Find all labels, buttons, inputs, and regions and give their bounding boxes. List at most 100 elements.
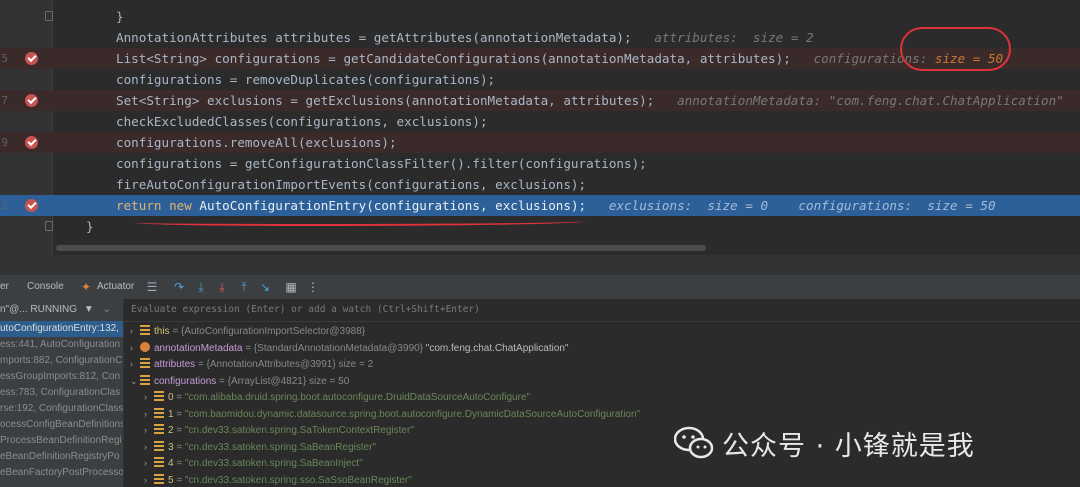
chevron-right-icon[interactable]: › [144,439,154,455]
inline-value-hint: exclusions: size = 0 configurations: siz… [608,198,996,213]
frames-panel: n"@... RUNNING ▼ ⌄ utoConfigurationEntry… [0,299,124,487]
step-out-icon[interactable]: ⤒ [237,280,251,294]
code-editor[interactable]: } AnnotationAttributes attributes = getAt… [0,0,1080,255]
force-step-into-icon[interactable]: ⤓ [215,280,229,294]
variable-row[interactable]: › annotationMetadata = {StandardAnnotatio… [130,340,569,356]
chevron-right-icon[interactable]: › [130,323,140,339]
string-value: "cn.dev33.satoken.spring.SaTokenContextR… [184,425,414,436]
code-line[interactable]: } [0,6,1080,27]
watermark-text: 公众号 · 小锋就是我 [722,431,975,462]
variable-value: = {AnnotationAttributes@3991} size = 2 [197,359,374,370]
breakpoint-icon[interactable] [25,136,38,149]
code-text: fireAutoConfigurationImportEvents(config… [116,174,586,195]
code-text: } [116,6,124,27]
variable-value: = {ArrayList@4821} size = 50 [219,375,350,387]
stack-frame[interactable]: eBeanFactoryPostProcesso [0,465,123,481]
wechat-icon [674,426,714,459]
code-line[interactable]: 7 Set<String> exclusions = getExclusions(… [0,90,1080,111]
variable-row[interactable]: › 4 = "cn.dev33.satoken.spring.SaBeanInje… [144,455,363,471]
variable-row[interactable]: › 3 = "cn.dev33.satoken.spring.SaBeanRegi… [144,439,376,455]
stack-frame[interactable]: rse:192, ConfigurationClassP [0,401,123,417]
code-line[interactable]: 9 configurations.removeAll(exclusions); [0,132,1080,153]
step-over-icon[interactable]: ↷ [172,280,186,294]
chevron-right-icon[interactable]: › [130,356,140,372]
variable-value: = [176,474,183,486]
tab-actuator[interactable]: Actuator [97,275,134,299]
tab-console[interactable]: Console [27,275,64,299]
panel-divider[interactable] [0,255,1080,275]
variable-value: = {AutoConfigurationImportSelector@3988} [172,326,366,337]
code-line[interactable]: checkExcludedClasses(configurations, exc… [0,111,1080,132]
chevron-right-icon[interactable]: › [144,455,154,471]
chevron-right-icon[interactable]: › [144,422,154,438]
chevron-right-icon[interactable]: › [144,389,154,405]
line-number: 5 [1,52,8,65]
code-line[interactable]: configurations = getConfigurationClassFi… [0,153,1080,174]
code-line[interactable]: configurations = removeDuplicates(config… [0,69,1080,90]
menu-icon[interactable]: ☰ [145,280,159,294]
code-text: Set<String> exclusions = getExclusions(a… [116,90,1080,111]
more-icon[interactable]: ⋮ [306,280,320,294]
string-value: "com.baomidou.dynamic.datasource.spring.… [184,408,641,420]
chevron-down-icon[interactable]: ⌄ [130,373,140,389]
variable-row[interactable]: › 5 = "cn.dev33.satoken.spring.sso.SaSsoB… [144,472,412,487]
filter-icon[interactable]: ▼ [84,304,94,315]
field-icon [154,440,164,451]
variable-row[interactable]: › 2 = "cn.dev33.satoken.spring.SaTokenCon… [144,422,414,438]
code-statement: configurations = removeDuplicates(config… [116,72,496,87]
current-execution-line[interactable]: 2 return new AutoConfigurationEntry(confi… [0,195,1080,216]
variable-row[interactable]: › attributes = {AnnotationAttributes@3991… [130,356,373,372]
stack-frame[interactable]: ocessConfigBeanDefinitions:3 [0,417,123,433]
chevron-right-icon[interactable]: › [144,472,154,487]
variable-row[interactable]: › 0 = "com.alibaba.druid.spring.boot.auto… [144,389,530,405]
field-icon [154,407,164,418]
debug-toolbar: er Console ✦ Actuator ☰ ↷ ⤓ ⤓ ⤒ ↘ ▦ ⋮ [0,275,1080,300]
stack-frame[interactable]: utoConfigurationEntry:132, [0,321,123,337]
variable-row[interactable]: ⌄ configurations = {ArrayList@4821} size … [130,373,349,389]
breakpoint-icon[interactable] [25,52,38,65]
fold-icon[interactable] [45,221,53,231]
run-to-cursor-icon[interactable]: ↘ [258,280,272,294]
code-text: List<String> configurations = getCandida… [116,48,1003,69]
string-value: "com.alibaba.druid.spring.boot.autoconfi… [184,392,531,403]
tab-debugger[interactable]: er [0,275,9,299]
horizontal-scrollbar[interactable] [56,245,706,251]
breakpoint-icon[interactable] [25,199,38,212]
code-line[interactable]: fireAutoConfigurationImportEvents(config… [0,174,1080,195]
variable-row[interactable]: › 1 = "com.baomidou.dynamic.datasource.sp… [144,406,640,422]
code-statement: } [116,9,124,24]
code-statement: configurations.removeAll(exclusions); [116,135,397,150]
variable-name: 4 [168,458,174,469]
field-icon [154,457,164,467]
stack-frame[interactable]: eBeanDefinitionRegistryPo [0,449,123,465]
string-value: "cn.dev33.satoken.spring.sso.SaSsoBeanRe… [184,474,412,486]
keyword: return new [116,198,192,213]
field-icon [154,473,164,484]
field-icon [140,325,150,335]
stack-frame[interactable]: essGroupImports:812, Con [0,369,123,385]
chevron-right-icon[interactable]: › [130,340,140,356]
code-text: AnnotationAttributes attributes = getAtt… [116,27,814,48]
variable-name: 2 [168,425,174,436]
code-text: configurations = getConfigurationClassFi… [116,153,647,174]
fold-icon[interactable] [45,11,53,21]
evaluate-icon[interactable]: ▦ [284,280,298,294]
stack-frame[interactable]: mports:882, ConfigurationC [0,353,123,369]
variable-name: 1 [168,408,174,420]
chevron-down-icon[interactable]: ⌄ [103,304,111,315]
string-value: "cn.dev33.satoken.spring.SaBeanRegister" [184,441,377,453]
evaluate-expression-input[interactable]: Evaluate expression (Enter) or add a wat… [124,299,1080,322]
stack-frame[interactable]: ProcessBeanDefinitionRegi [0,433,123,449]
stack-frame[interactable]: ess:783, ConfigurationClas [0,385,123,401]
code-statement: List<String> configurations = getCandida… [116,51,791,66]
string-value: "cn.dev33.satoken.spring.SaBeanInject" [184,458,363,469]
variable-row[interactable]: › this = {AutoConfigurationImportSelector… [130,323,365,339]
variable-name: this [154,326,170,337]
thread-selector[interactable]: n"@... RUNNING ▼ ⌄ [0,299,123,321]
chevron-right-icon[interactable]: › [144,406,154,422]
step-into-icon[interactable]: ⤓ [194,280,208,294]
stack-frame[interactable]: ess:441, AutoConfiguration [0,337,123,353]
code-statement: AutoConfigurationEntry(configurations, e… [199,198,587,213]
breakpoint-icon[interactable] [25,94,38,107]
inline-value-hint: annotationMetadata: "com.feng.chat.ChatA… [677,93,1080,108]
